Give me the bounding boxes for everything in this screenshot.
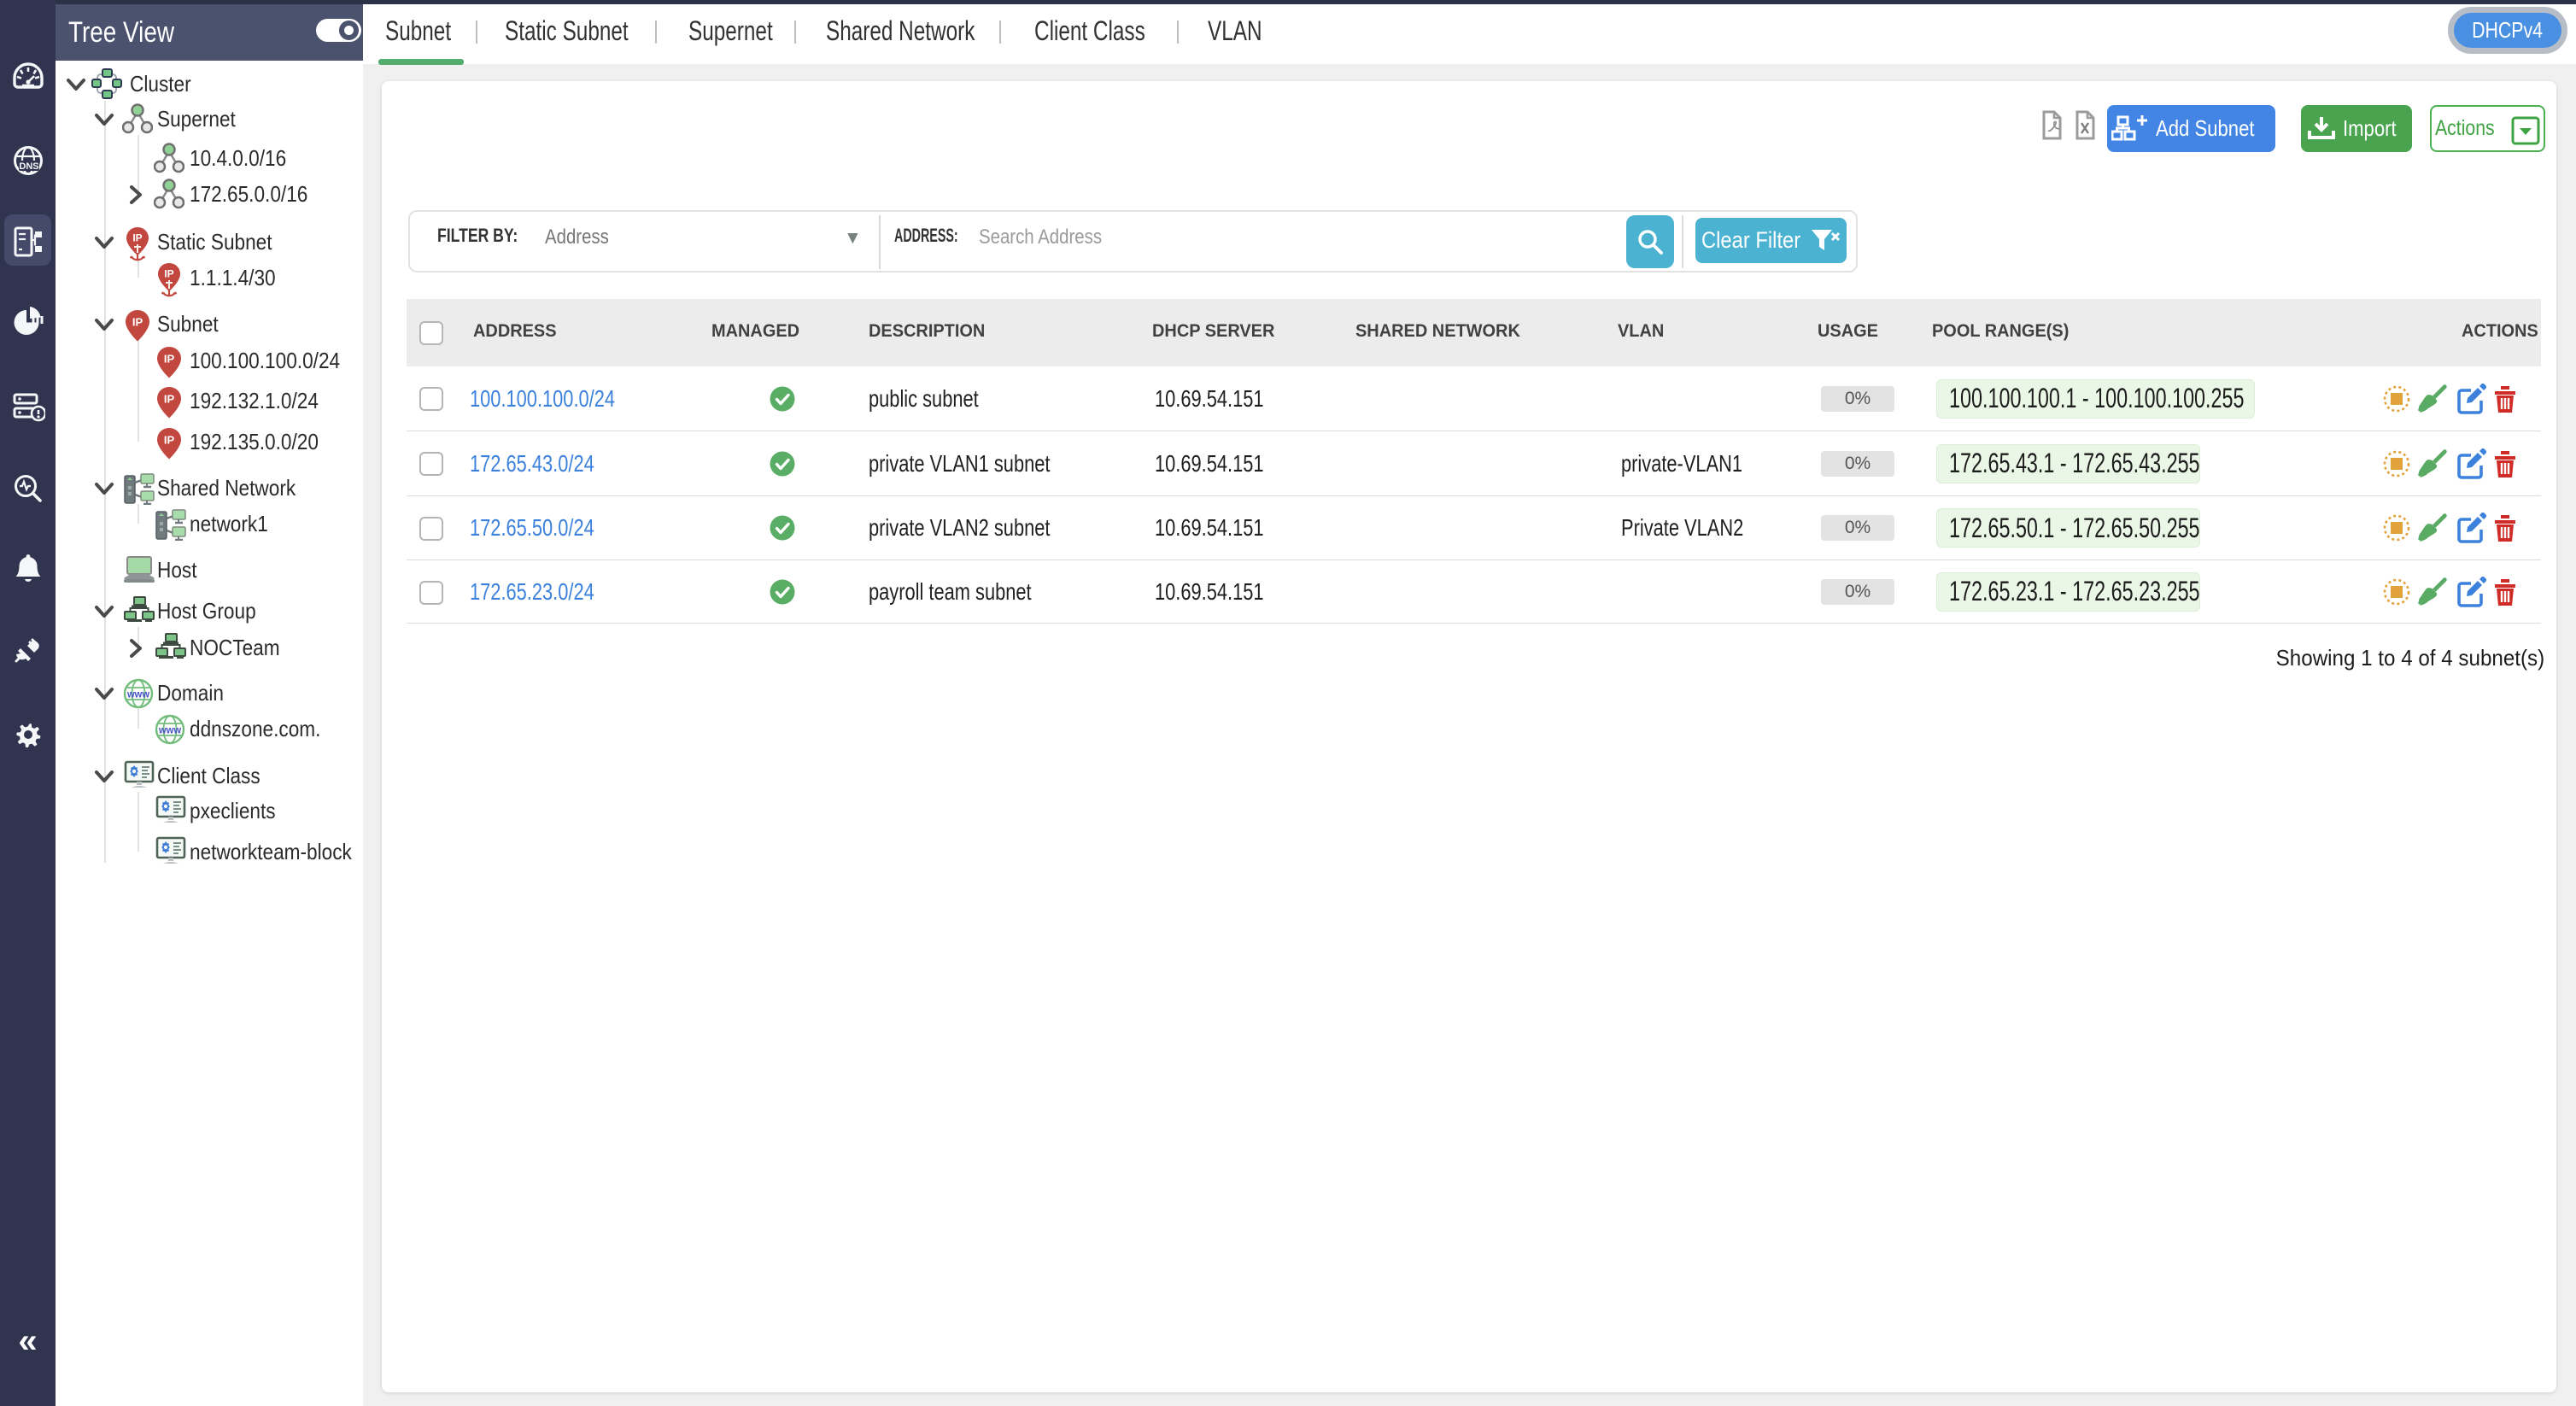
svg-text:IP: IP — [164, 393, 175, 406]
svg-text:IP: IP — [132, 232, 142, 244]
svg-text:www: www — [158, 724, 182, 736]
svg-text:IP: IP — [164, 268, 173, 280]
svg-text:IP: IP — [164, 434, 175, 447]
svg-text:DNS: DNS — [19, 161, 38, 172]
svg-text:IP: IP — [164, 353, 175, 366]
svg-text:IP: IP — [132, 316, 143, 329]
svg-text:www: www — [126, 688, 150, 700]
